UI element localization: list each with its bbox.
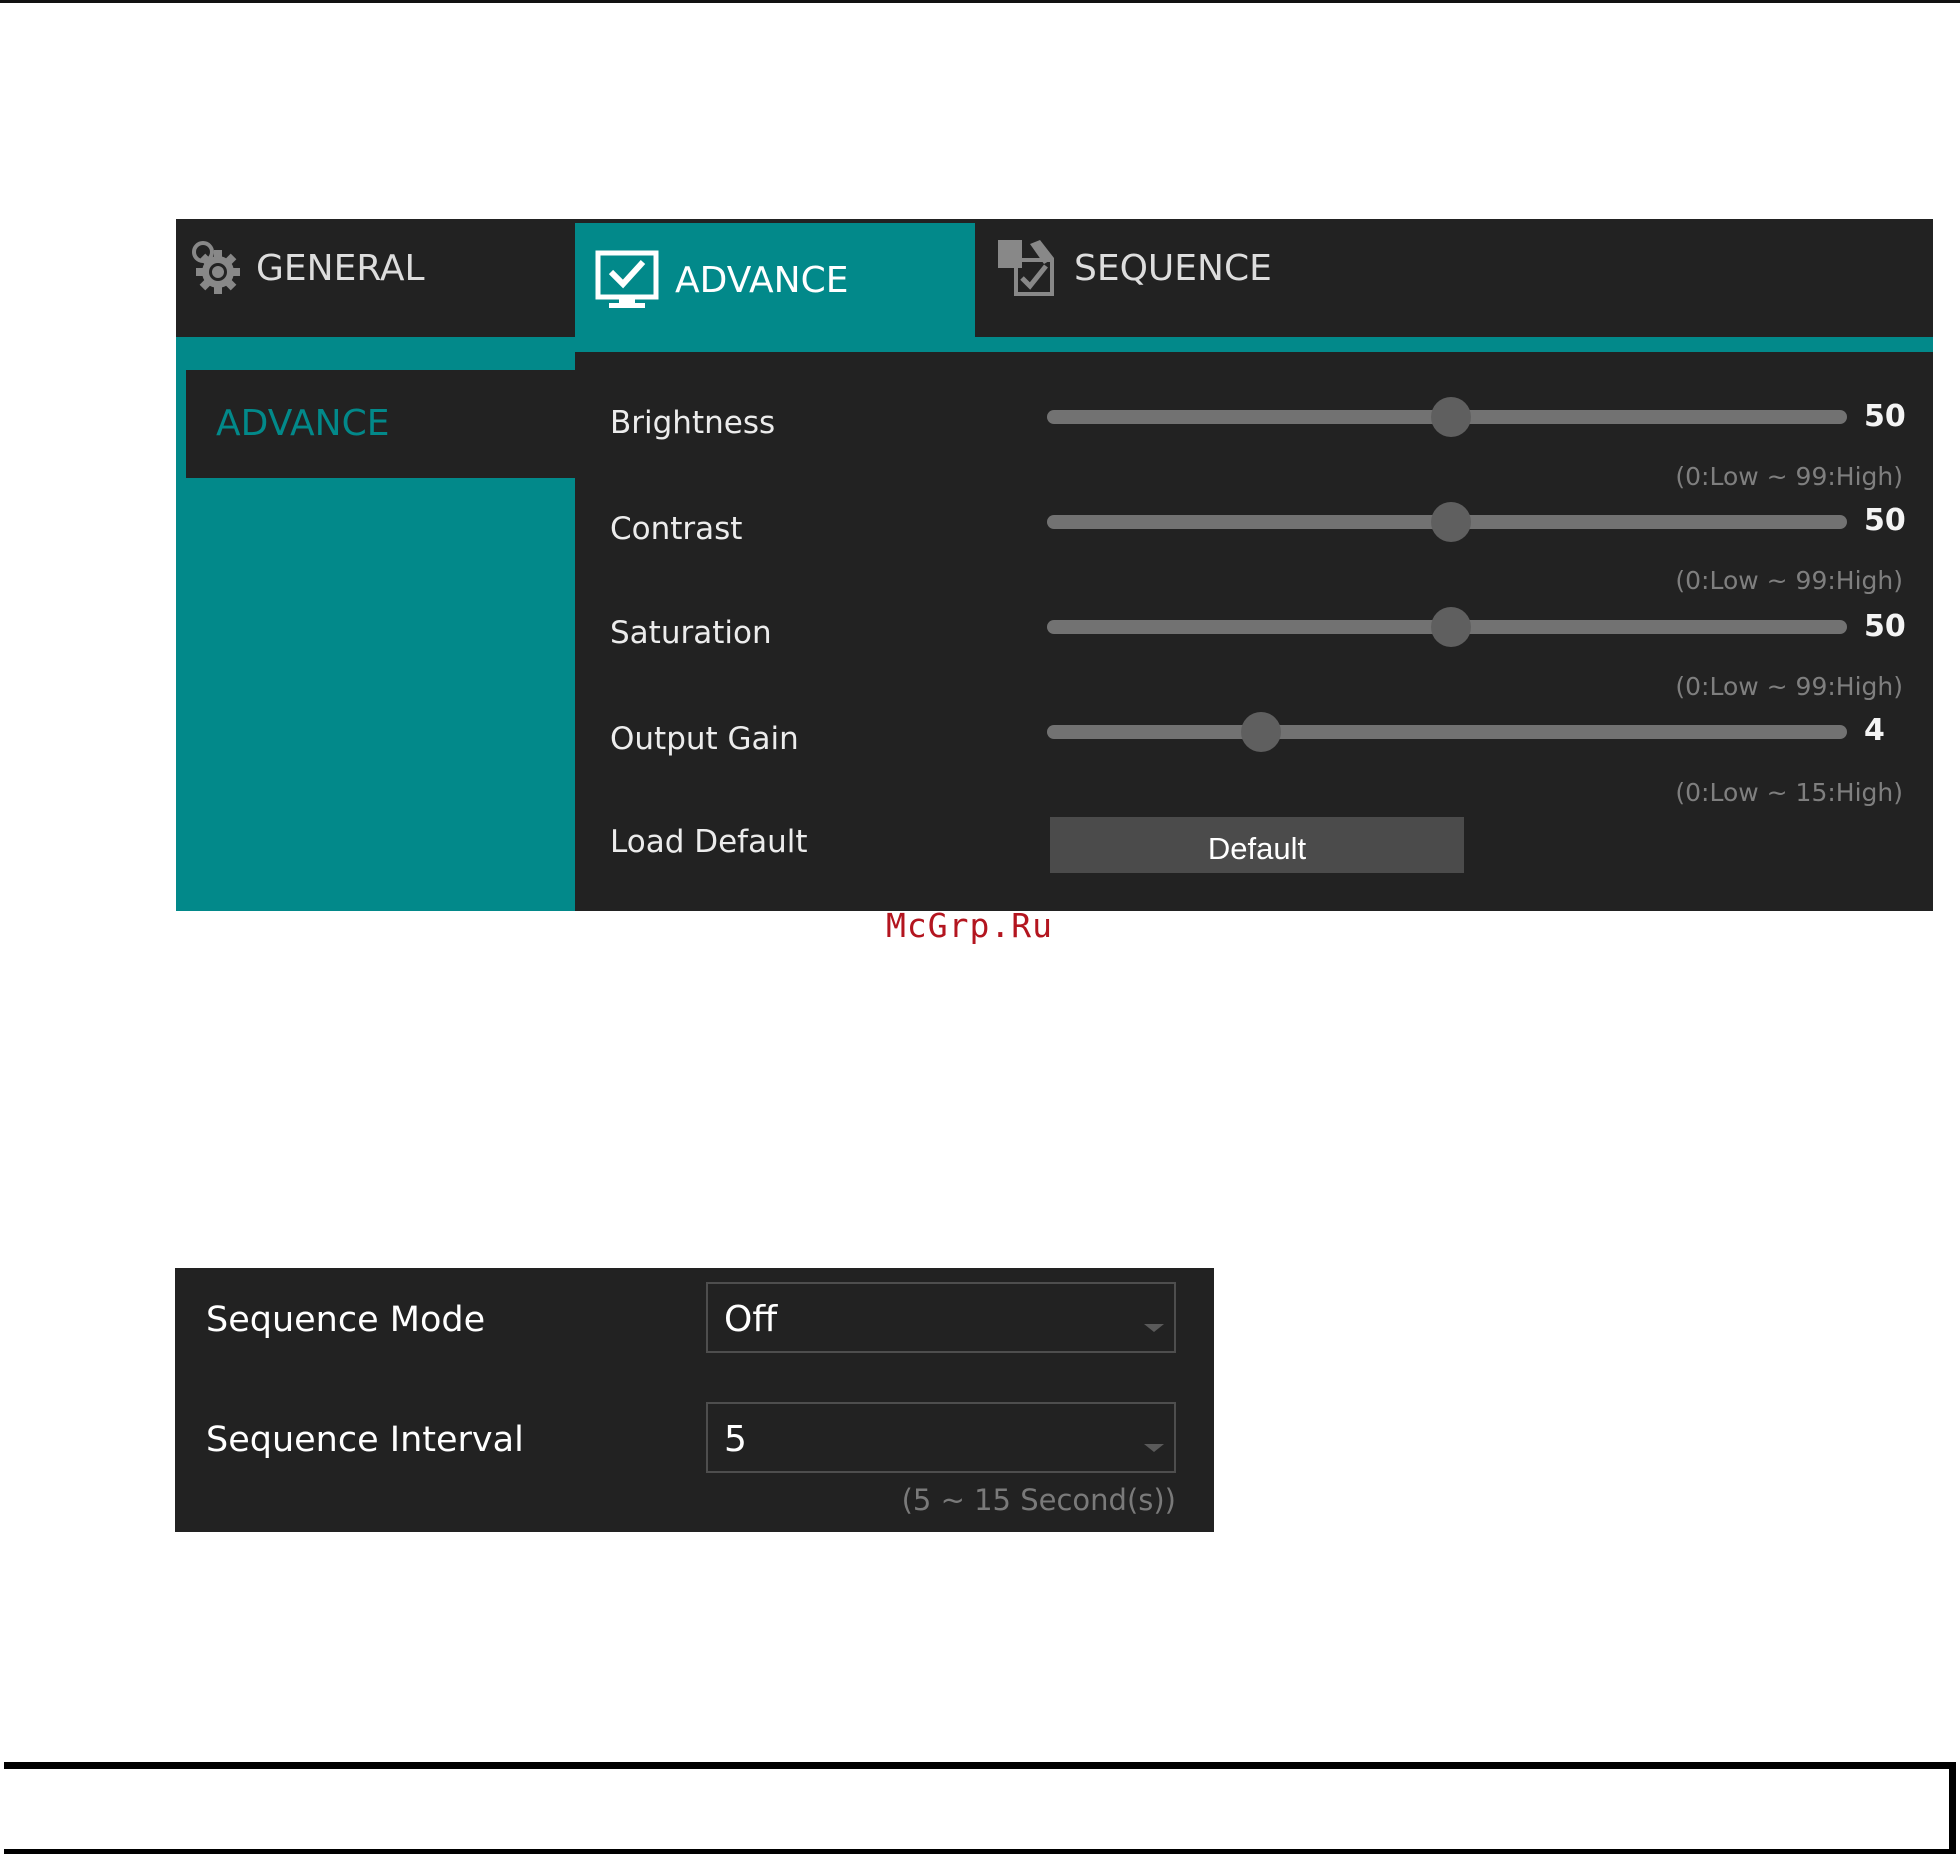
output-gain-slider[interactable] — [1047, 712, 1847, 752]
advance-settings-panel: GENERAL ADVANCE SEQUENCE ADVANCE Brightn… — [176, 219, 1933, 911]
sequence-mode-label: Sequence Mode — [206, 1300, 486, 1340]
saturation-slider-thumb[interactable] — [1431, 607, 1471, 647]
brightness-value: 50 — [1864, 399, 1906, 434]
tab-sequence-label: SEQUENCE — [1074, 247, 1272, 289]
gear-icon — [190, 240, 240, 296]
sequence-mode-select[interactable]: Off — [706, 1282, 1176, 1353]
brightness-slider-thumb[interactable] — [1431, 397, 1471, 437]
contrast-value: 50 — [1864, 503, 1906, 538]
contrast-label: Contrast — [610, 511, 743, 547]
saturation-slider[interactable] — [1047, 607, 1847, 647]
output-gain-range: (0:Low ~ 15:High) — [1675, 778, 1903, 807]
sequence-interval-range: (5 ~ 15 Second(s)) — [901, 1483, 1176, 1517]
sequence-mode-value: Off — [724, 1299, 778, 1340]
tab-sequence[interactable]: SEQUENCE — [996, 209, 1396, 327]
output-gain-slider-thumb[interactable] — [1240, 712, 1281, 752]
tab-underline — [176, 337, 1933, 352]
tab-advance-label: ADVANCE — [675, 259, 849, 301]
sequence-interval-value: 5 — [724, 1419, 747, 1460]
saturation-label: Saturation — [610, 615, 772, 651]
tab-general-label: GENERAL — [256, 247, 425, 289]
output-gain-label: Output Gain — [610, 721, 799, 757]
brightness-label: Brightness — [610, 405, 776, 441]
watermark: McGrp.Ru — [886, 906, 1053, 945]
output-gain-value: 4 — [1864, 713, 1885, 748]
contrast-range: (0:Low ~ 99:High) — [1675, 566, 1903, 595]
sidebar-item-advance[interactable]: ADVANCE — [186, 370, 575, 478]
top-rule — [0, 0, 1960, 3]
load-default-label: Load Default — [610, 824, 808, 860]
monitor-check-icon — [595, 250, 659, 310]
default-button[interactable]: Default — [1050, 817, 1464, 873]
tab-bar: GENERAL ADVANCE SEQUENCE — [176, 219, 1933, 337]
sequence-interval-label: Sequence Interval — [206, 1420, 524, 1460]
page-footer-frame — [4, 1762, 1956, 1854]
brightness-range: (0:Low ~ 99:High) — [1675, 462, 1903, 491]
sequence-edit-icon — [996, 238, 1058, 298]
sidebar: ADVANCE — [176, 352, 575, 911]
sequence-interval-select[interactable]: 5 — [706, 1402, 1176, 1473]
saturation-value: 50 — [1864, 609, 1906, 644]
contrast-slider-thumb[interactable] — [1431, 502, 1471, 542]
tab-advance[interactable]: ADVANCE — [575, 223, 975, 337]
sequence-settings-panel: Sequence Mode Off Sequence Interval 5 (5… — [175, 1268, 1214, 1532]
brightness-slider[interactable] — [1047, 397, 1847, 437]
chevron-down-icon — [1144, 1444, 1164, 1452]
tab-general[interactable]: GENERAL — [190, 209, 575, 327]
chevron-down-icon — [1144, 1324, 1164, 1332]
saturation-range: (0:Low ~ 99:High) — [1675, 672, 1903, 701]
contrast-slider[interactable] — [1047, 502, 1847, 542]
